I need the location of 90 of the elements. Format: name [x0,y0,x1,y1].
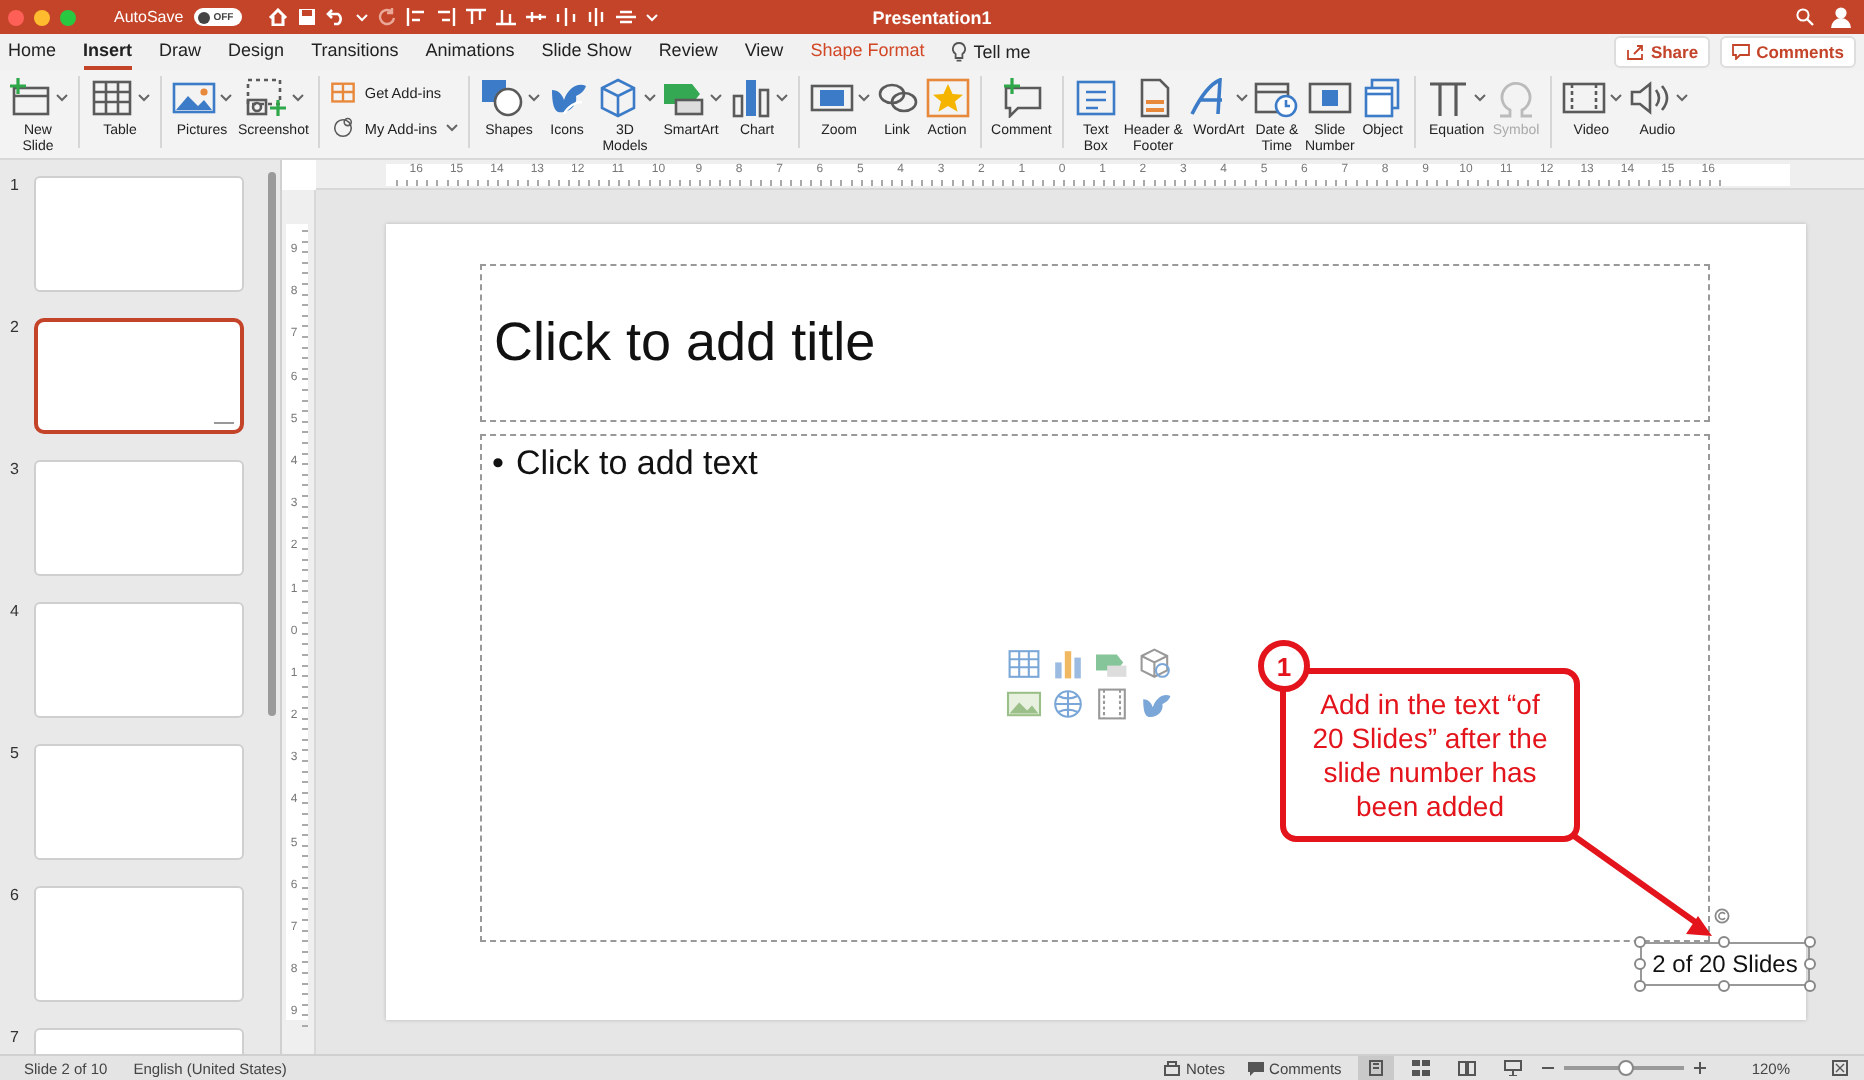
slide-number: 3 [8,460,21,482]
title-placeholder[interactable]: Click to add title [480,264,1710,422]
slide-thumbnail[interactable] [34,318,244,434]
view-button[interactable] [1357,1056,1394,1080]
slide-number: 2 [8,318,21,340]
window-title: Presentation1 [872,7,992,27]
slide-number: 6 [8,886,21,908]
caret-icon [645,13,658,21]
ribbon-tab[interactable]: Animations [425,34,515,70]
link-icon [875,78,920,118]
resize-handle[interactable] [1718,980,1730,992]
align-icon[interactable] [405,8,426,26]
speaker-icon [1627,78,1672,118]
scrollbar[interactable] [268,172,276,716]
share-icon [1626,44,1645,60]
chart-icon [727,78,772,118]
ribbon-tab[interactable]: Review [658,34,718,70]
caret-icon [355,13,368,21]
zoom-in-icon[interactable] [1693,1062,1706,1074]
cube-icon [1138,648,1174,680]
ribbon-tab[interactable]: Slide Show [541,34,632,70]
callout-text: Add in the text “of 20 Slides” after the slide number has been added [1310,687,1550,823]
minimize-button[interactable] [34,9,50,25]
screenshot-icon [243,78,288,118]
grid-view-icon [1412,1060,1431,1076]
ribbon-tab[interactable]: Home [8,34,57,70]
ribbon-tab[interactable]: Transitions [311,34,399,70]
ribbon-tab[interactable]: Draw [159,34,202,70]
ribbon-tab[interactable]: Design [228,34,285,70]
calendar-icon [1254,78,1299,118]
slide-number: 7 [8,1028,21,1050]
arrow-shape-icon [1094,648,1130,680]
ribbon-tab[interactable]: View [744,34,784,70]
lightbulb-icon [951,42,966,62]
slide-number: 1 [8,176,21,198]
object-icon [1360,78,1405,118]
ribbon-tab[interactable]: Shape Format [810,34,925,70]
cube-icon [595,78,640,118]
zoom-button[interactable] [60,9,76,25]
pi-icon [1426,78,1471,118]
align-icon[interactable] [495,8,516,26]
fit-window-icon[interactable] [1832,1060,1848,1076]
shapes-icon [479,78,524,118]
rotate-handle-icon[interactable] [1714,908,1730,924]
normal-view-icon [1367,1060,1384,1076]
comment-icon [999,78,1044,118]
tell-me-button[interactable]: Tell me [951,42,1031,62]
resize-handle[interactable] [1718,936,1730,948]
share-button[interactable]: Share [1614,36,1711,68]
text-box-icon [1073,78,1118,118]
align-icon[interactable] [615,8,636,26]
presenter-icon [1504,1060,1523,1076]
align-icon[interactable] [555,8,576,26]
home-icon[interactable] [267,8,288,26]
account-icon[interactable] [1830,6,1852,28]
slide-number: 4 [8,602,21,624]
search-icon[interactable] [1796,8,1814,26]
comment-icon [1247,1061,1264,1075]
film-icon [1094,688,1130,720]
undo-icon[interactable] [325,8,346,26]
align-icon[interactable] [465,8,486,26]
store-icon [330,80,357,104]
book-icon [1458,1060,1477,1076]
slide-number-icon [1307,78,1352,118]
bullet: • [492,444,504,484]
notes-icon [1163,1060,1180,1076]
table-icon [1006,648,1042,680]
picture-icon [1006,688,1042,720]
align-icon[interactable] [525,8,546,26]
chart-icon [1050,648,1086,680]
comment-icon [1732,44,1751,60]
zoom-thumb[interactable] [1618,1060,1634,1076]
picture-icon [172,78,216,118]
film-icon [1561,78,1606,118]
title-text: Click to add title [494,312,876,374]
zoom-out-icon[interactable] [1541,1062,1554,1074]
comments-button[interactable]: Comments [1720,36,1856,68]
step-badge: 1 [1258,640,1310,692]
redo-icon[interactable] [377,8,396,26]
globe-icon [1050,688,1086,720]
align-icon[interactable] [435,8,456,26]
align-icon[interactable] [585,8,606,26]
new-slide-icon [8,78,52,118]
save-icon[interactable] [297,8,316,26]
slide-number: 5 [8,744,21,766]
add-in-icon [330,116,357,140]
arrow-shape-icon [661,78,706,118]
autosave-label: AutoSave [114,8,184,26]
table-icon [90,78,134,118]
body-text: Click to add text [515,444,758,484]
